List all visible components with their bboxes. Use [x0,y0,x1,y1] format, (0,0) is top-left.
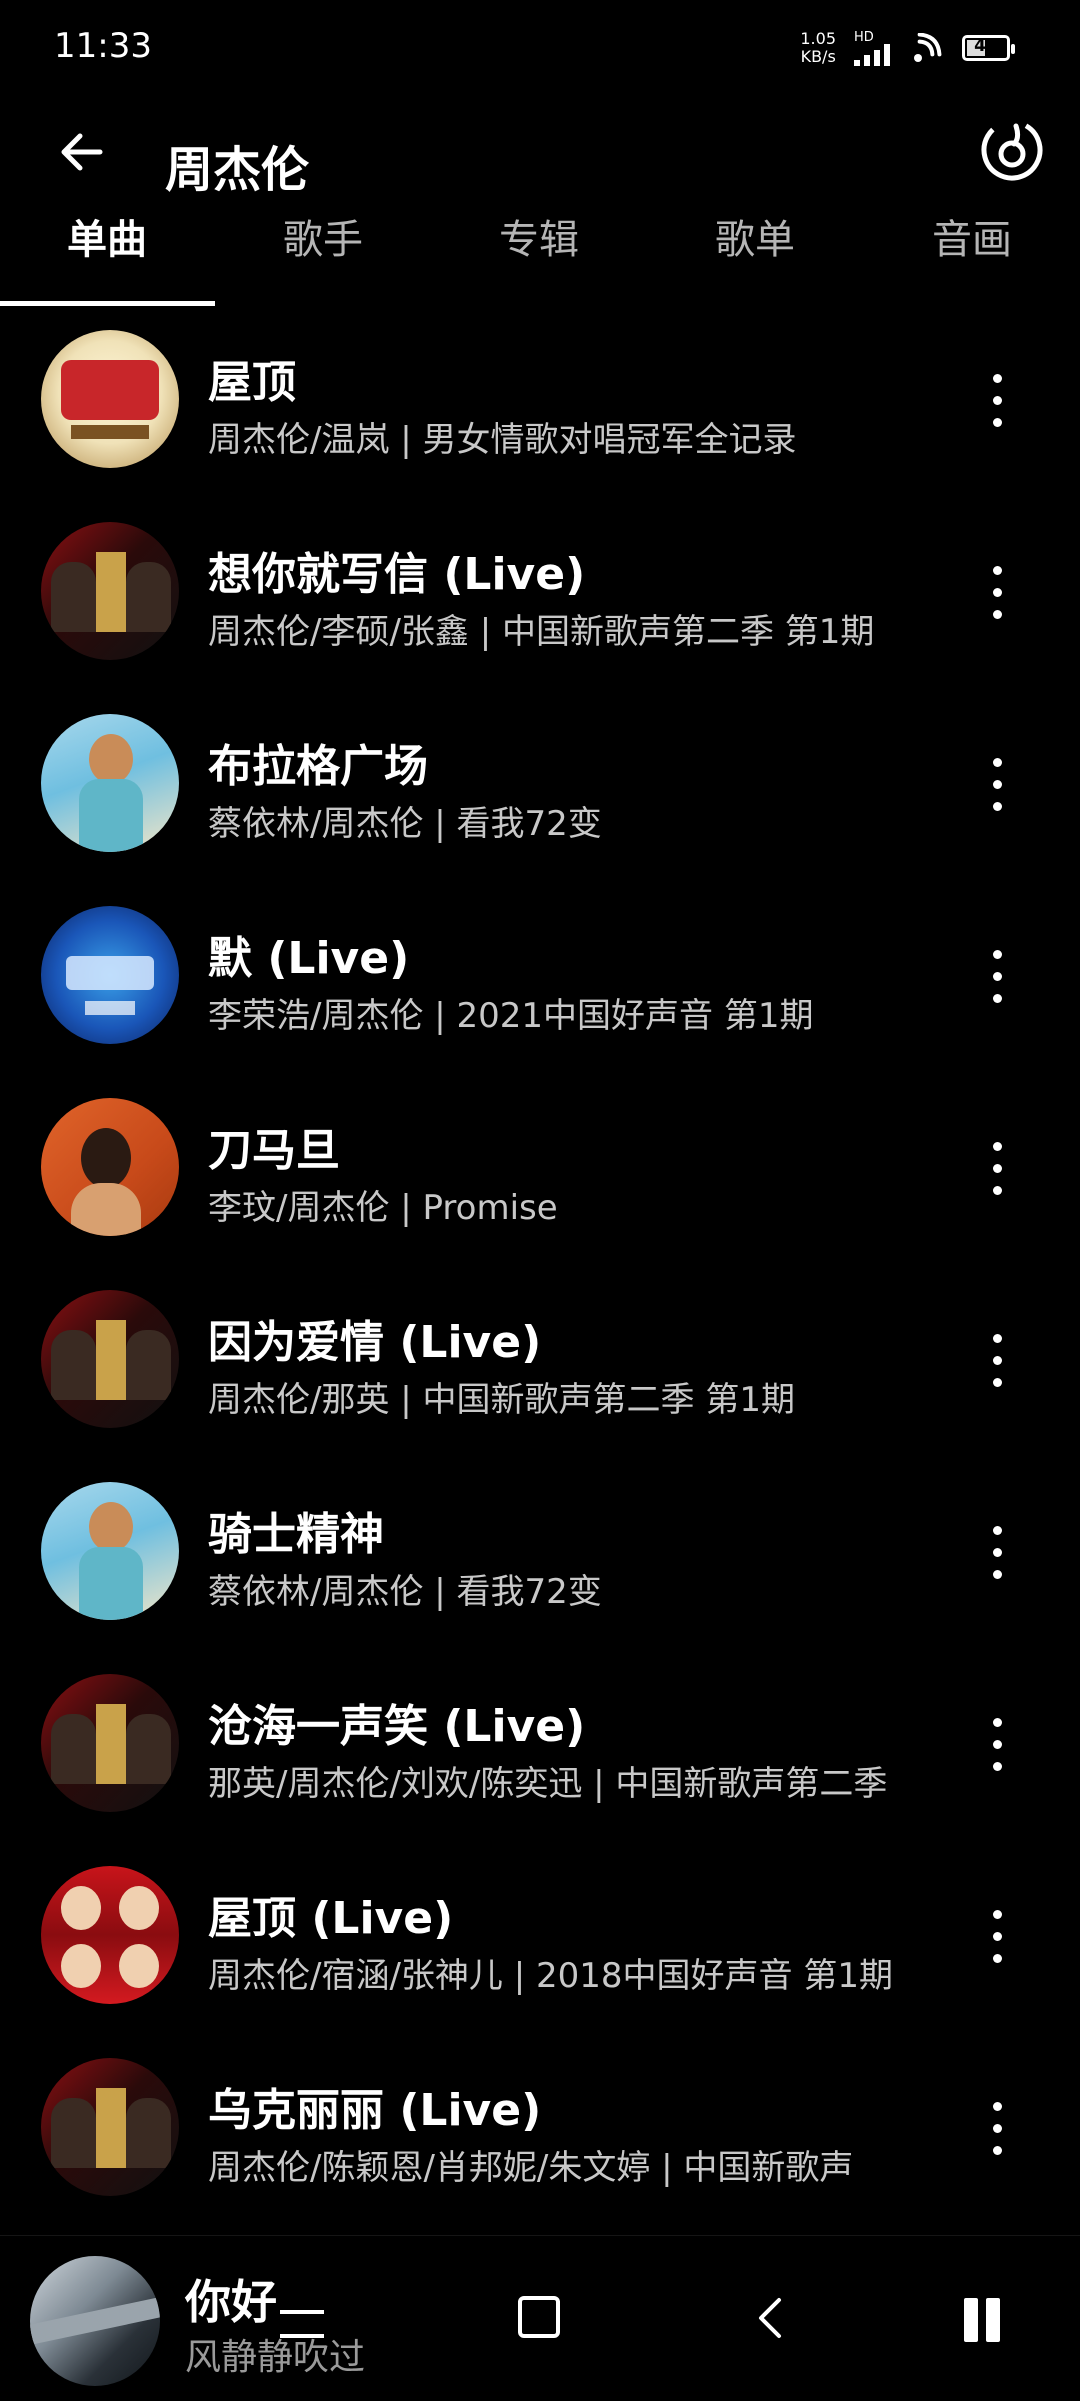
mini-player[interactable]: 你好 风静静吹过 [0,2235,1080,2401]
more-options-icon[interactable] [978,374,1018,434]
album-cover [41,1866,179,2004]
more-options-icon[interactable] [978,1142,1018,1202]
more-options-icon[interactable] [978,1718,1018,1778]
more-options-icon[interactable] [978,1334,1018,1394]
song-title: 默 (Live) [208,933,410,984]
more-options-icon[interactable] [978,1526,1018,1586]
song-subtitle: 周杰伦/那英 | 中国新歌声第二季 第1期 [208,1380,795,1420]
tab-videos[interactable]: 音画 [932,207,1012,265]
tab-indicator [0,301,215,306]
song-row[interactable]: 布拉格广场 蔡依林/周杰伦 | 看我72变 [0,694,1080,886]
now-playing-subtitle: 风静静吹过 [185,2337,366,2378]
network-speed-unit: KB/s [800,47,836,66]
album-cover [41,1482,179,1620]
song-subtitle: 蔡依林/周杰伦 | 看我72变 [208,804,602,844]
signal-group: HD [854,31,890,66]
hd-label: HD [854,29,874,45]
song-title: 乌克丽丽 (Live) [208,2085,542,2136]
song-title: 布拉格广场 [208,741,428,792]
song-row[interactable]: 想你就写信 (Live) 周杰伦/李硕/张鑫 | 中国新歌声第二季 第1期 [0,502,1080,694]
netease-music-icon [981,119,1043,181]
song-title: 屋顶 [208,357,296,408]
album-cover [41,1290,179,1428]
more-options-icon[interactable] [978,2102,1018,2162]
tab-albums[interactable]: 专辑 [499,207,579,265]
song-row[interactable]: 默 (Live) 李荣浩/周杰伦 | 2021中国好声音 第1期 [0,886,1080,1078]
song-subtitle: 蔡依林/周杰伦 | 看我72变 [208,1572,602,1612]
battery-percent: 47 [974,36,998,56]
song-title: 沧海一声笑 (Live) [208,1701,586,1752]
song-title: 骑士精神 [208,1509,384,1560]
song-subtitle: 周杰伦/温岚 | 男女情歌对唱冠军全记录 [208,420,797,460]
song-row[interactable]: 沧海一声笑 (Live) 那英/周杰伦/刘欢/陈奕迅 | 中国新歌声第二季 [0,1654,1080,1846]
song-row[interactable]: 刀马旦 李玟/周杰伦 | Promise [0,1078,1080,1270]
menu-icon[interactable] [280,2306,324,2342]
status-bar: 11:33 1.05 KB/s HD 47 [0,0,1080,100]
more-options-icon[interactable] [978,1910,1018,1970]
tab-bar: 单曲 歌手 专辑 歌单 音画 [0,195,1080,306]
now-playing-cover[interactable] [30,2256,160,2386]
more-options-icon[interactable] [978,758,1018,818]
song-title: 因为爱情 (Live) [208,1317,542,1368]
song-row[interactable]: 屋顶 周杰伦/温岚 | 男女情歌对唱冠军全记录 [0,310,1080,502]
signal-icon [854,43,890,66]
network-speed: 1.05 KB/s [800,30,836,66]
song-row[interactable]: 骑士精神 蔡依林/周杰伦 | 看我72变 [0,1462,1080,1654]
nav-back-icon[interactable] [755,2296,785,2340]
album-cover [41,1098,179,1236]
song-subtitle: 李玟/周杰伦 | Promise [208,1188,558,1228]
now-playing-title: 你好 [185,2275,277,2329]
tab-artists[interactable]: 歌手 [283,207,363,265]
song-subtitle: 李荣浩/周杰伦 | 2021中国好声音 第1期 [208,996,814,1036]
album-cover [41,1674,179,1812]
page-title: 周杰伦 [165,142,310,198]
more-options-icon[interactable] [978,950,1018,1010]
more-options-icon[interactable] [978,566,1018,626]
network-speed-value: 1.05 [800,29,836,48]
song-title: 想你就写信 (Live) [208,549,586,600]
album-cover [41,906,179,1044]
song-row[interactable]: 因为爱情 (Live) 周杰伦/那英 | 中国新歌声第二季 第1期 [0,1270,1080,1462]
album-cover [41,522,179,660]
song-list: 屋顶 周杰伦/温岚 | 男女情歌对唱冠军全记录 想你就写信 (Live) 周杰伦… [0,310,1080,2230]
pause-icon[interactable] [960,2298,1004,2342]
album-cover [41,2058,179,2196]
wifi-icon [914,33,942,62]
tab-playlists[interactable]: 歌单 [715,207,795,265]
arrow-left-icon [61,133,103,171]
song-subtitle: 那英/周杰伦/刘欢/陈奕迅 | 中国新歌声第二季 [208,1764,888,1804]
song-subtitle: 周杰伦/李硕/张鑫 | 中国新歌声第二季 第1期 [208,612,875,652]
battery-icon: 47 [962,35,1015,61]
song-row[interactable]: 乌克丽丽 (Live) 周杰伦/陈颖恩/肖邦妮/朱文婷 | 中国新歌声 [0,2038,1080,2230]
back-button[interactable] [50,118,120,188]
netease-music-button[interactable] [974,112,1050,188]
song-subtitle: 周杰伦/陈颖恩/肖邦妮/朱文婷 | 中国新歌声 [208,2148,854,2188]
album-cover [41,330,179,468]
tab-songs[interactable]: 单曲 [67,207,147,265]
status-icons: 1.05 KB/s HD 47 [800,30,1015,66]
song-subtitle: 周杰伦/宿涵/张神儿 | 2018中国好声音 第1期 [208,1956,893,1996]
song-title: 屋顶 (Live) [208,1893,454,1944]
song-row[interactable]: 屋顶 (Live) 周杰伦/宿涵/张神儿 | 2018中国好声音 第1期 [0,1846,1080,2038]
album-cover [41,714,179,852]
home-icon[interactable] [518,2296,560,2338]
status-time: 11:33 [54,26,152,66]
song-title: 刀马旦 [208,1125,340,1176]
